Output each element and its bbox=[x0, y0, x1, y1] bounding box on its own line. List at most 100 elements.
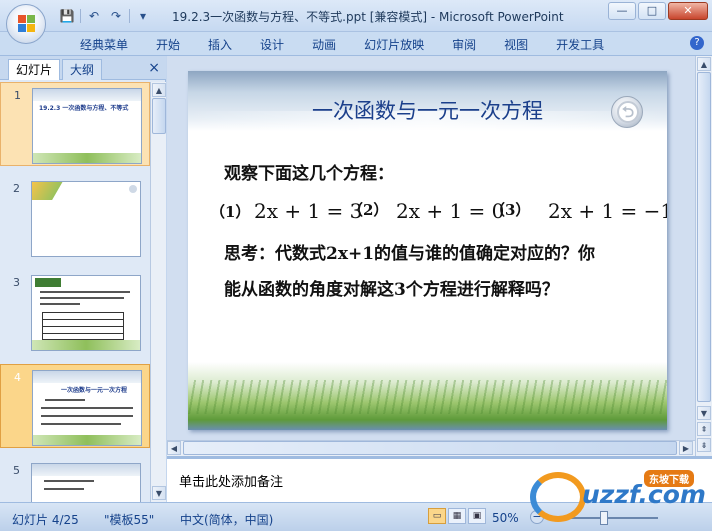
slide-thumbnail-2[interactable]: 2 bbox=[0, 176, 150, 260]
slides-pane: 幻灯片 大纲 × 1 19.2.3 一次函数与方程、不等式 2 3 4 一次函数… bbox=[0, 56, 166, 502]
ribbon-tabs: 经典菜单 开始 插入 设计 动画 幻灯片放映 审阅 视图 开发工具 bbox=[66, 36, 618, 54]
equation-1[interactable]: 2x + 1 = 3 bbox=[254, 199, 362, 223]
normal-view-icon[interactable]: ▭ bbox=[428, 508, 446, 524]
equation-3-label: （3） bbox=[490, 201, 531, 219]
preview-table bbox=[42, 312, 124, 340]
ribbon-tab-bar: 经典菜单 开始 插入 设计 动画 幻灯片放映 审阅 视图 开发工具 ? bbox=[0, 32, 712, 56]
slide-vertical-scrollbar[interactable]: ▲ ▼ ⇞ ⇟ bbox=[695, 56, 712, 456]
tab-outline[interactable]: 大纲 bbox=[62, 59, 103, 80]
slide-thumbnail-3[interactable]: 3 bbox=[0, 270, 150, 354]
preview-title: 一次函数与一元一次方程 bbox=[61, 387, 128, 394]
customize-toolbar-icon[interactable]: ▾ bbox=[134, 8, 152, 24]
watermark-logo-icon bbox=[530, 472, 586, 522]
scroll-right-icon[interactable]: ▶ bbox=[679, 441, 693, 455]
preview-header bbox=[33, 89, 141, 101]
pane-tab-bar: 幻灯片 大纲 × bbox=[0, 56, 166, 80]
tab-home[interactable]: 开始 bbox=[142, 36, 194, 54]
preview-text-line bbox=[40, 303, 80, 305]
slide-prompt[interactable]: 观察下面这几个方程： bbox=[224, 159, 394, 184]
preview-text-line bbox=[44, 480, 94, 482]
scrollbar-thumb[interactable] bbox=[183, 441, 677, 455]
tab-slides[interactable]: 幻灯片 bbox=[8, 59, 61, 80]
preview-header bbox=[33, 371, 141, 383]
tab-insert[interactable]: 插入 bbox=[194, 36, 246, 54]
slide-footer-background bbox=[188, 362, 667, 430]
preview-text-line bbox=[40, 297, 124, 299]
preview-footer bbox=[32, 340, 140, 350]
preview-nav-icon bbox=[129, 185, 137, 193]
notes-placeholder[interactable]: 单击此处添加备注 bbox=[179, 471, 283, 490]
window-controls: — □ ✕ bbox=[608, 2, 708, 20]
slide-number: 4 bbox=[14, 371, 21, 384]
slide-preview bbox=[31, 181, 141, 257]
zoom-level[interactable]: 50% bbox=[492, 511, 519, 525]
scroll-down-icon[interactable]: ▼ bbox=[152, 486, 166, 500]
save-icon[interactable]: 💾 bbox=[58, 8, 76, 24]
preview-text-line bbox=[41, 415, 133, 417]
preview-footer bbox=[33, 153, 141, 163]
tab-classic-menu[interactable]: 经典菜单 bbox=[66, 36, 142, 54]
template-name: "模板55" bbox=[104, 513, 155, 527]
minimize-button[interactable]: — bbox=[608, 2, 636, 20]
preview-text-line bbox=[41, 423, 121, 425]
slide-thumbnail-4[interactable]: 4 一次函数与一元一次方程 bbox=[0, 364, 150, 448]
equation-2-label: （2） bbox=[348, 201, 389, 219]
preview-text-line bbox=[44, 488, 84, 490]
slide-question-line-1[interactable]: 思考：代数式2x+1的值与谁的值确定对应的？你 bbox=[224, 239, 595, 264]
toolbar-separator bbox=[80, 9, 81, 23]
scrollbar-thumb[interactable] bbox=[152, 98, 166, 134]
slide-sorter-icon[interactable]: ▦ bbox=[448, 508, 466, 524]
slide-title[interactable]: 一次函数与一元一次方程 bbox=[188, 95, 667, 125]
preview-decoration bbox=[32, 182, 72, 200]
site-watermark: uzzf.com 东坡下载 bbox=[520, 470, 710, 528]
thumbnail-list: 1 19.2.3 一次函数与方程、不等式 2 3 4 一次函数与一元一次方程 5 bbox=[0, 82, 150, 502]
grass-decoration bbox=[188, 380, 667, 414]
office-logo-icon bbox=[18, 15, 36, 33]
close-button[interactable]: ✕ bbox=[668, 2, 708, 20]
slideshow-icon[interactable]: ▣ bbox=[468, 508, 486, 524]
scroll-left-icon[interactable]: ◀ bbox=[167, 441, 181, 455]
slide-preview bbox=[31, 275, 141, 351]
language-indicator[interactable]: 中文(简体，中国) bbox=[180, 511, 273, 528]
equation-3[interactable]: 2x + 1 = −1 bbox=[548, 199, 667, 223]
tab-slideshow[interactable]: 幻灯片放映 bbox=[350, 36, 438, 54]
redo-icon[interactable]: ↷ bbox=[107, 8, 125, 24]
scroll-down-icon[interactable]: ▼ bbox=[697, 406, 711, 420]
next-slide-icon[interactable]: ⇟ bbox=[697, 438, 711, 452]
slide-number: 1 bbox=[14, 89, 21, 102]
preview-decoration bbox=[35, 278, 61, 287]
tab-view[interactable]: 视图 bbox=[490, 36, 542, 54]
slide-number: 5 bbox=[13, 464, 20, 477]
preview-title: 19.2.3 一次函数与方程、不等式 bbox=[39, 105, 129, 112]
scrollbar-thumb[interactable] bbox=[697, 72, 711, 402]
thumbnail-scrollbar[interactable]: ▲ ▼ bbox=[150, 82, 166, 502]
tab-developer[interactable]: 开发工具 bbox=[542, 36, 618, 54]
scroll-up-icon[interactable]: ▲ bbox=[152, 83, 166, 97]
tab-animation[interactable]: 动画 bbox=[298, 36, 350, 54]
tab-review[interactable]: 审阅 bbox=[438, 36, 490, 54]
equation-2[interactable]: 2x + 1 = 0 bbox=[396, 199, 504, 223]
slide-horizontal-scrollbar[interactable]: ◀ ▶ bbox=[167, 440, 695, 456]
watermark-tag: 东坡下载 bbox=[644, 470, 694, 487]
maximize-button[interactable]: □ bbox=[638, 2, 666, 20]
current-slide[interactable]: 一次函数与一元一次方程 ⮌ 观察下面这几个方程： （1） 2x + 1 = 3 … bbox=[188, 71, 667, 430]
toolbar-separator bbox=[129, 9, 130, 23]
slide-thumbnail-1[interactable]: 1 19.2.3 一次函数与方程、不等式 bbox=[0, 82, 150, 166]
back-arrow-glyph: ⮌ bbox=[617, 101, 639, 123]
preview-text-line bbox=[40, 291, 130, 293]
slide-editor: 一次函数与一元一次方程 ⮌ 观察下面这几个方程： （1） 2x + 1 = 3 … bbox=[167, 56, 712, 502]
back-arrow-icon[interactable]: ⮌ bbox=[611, 96, 643, 128]
preview-footer bbox=[33, 435, 141, 445]
scroll-up-icon[interactable]: ▲ bbox=[697, 57, 711, 71]
help-icon[interactable]: ? bbox=[690, 36, 704, 50]
slide-preview: 19.2.3 一次函数与方程、不等式 bbox=[32, 88, 142, 164]
previous-slide-icon[interactable]: ⇞ bbox=[697, 422, 711, 436]
office-button[interactable] bbox=[6, 4, 46, 44]
slide-thumbnail-5[interactable]: 5 bbox=[0, 458, 150, 502]
undo-icon[interactable]: ↶ bbox=[85, 8, 103, 24]
slide-question-line-2[interactable]: 能从函数的角度对解这3个方程进行解释吗？ bbox=[224, 275, 559, 300]
tab-design[interactable]: 设计 bbox=[246, 36, 298, 54]
close-pane-icon[interactable]: × bbox=[148, 60, 160, 76]
preview-text-line bbox=[45, 399, 85, 401]
title-bar: 💾 ↶ ↷ ▾ 19.2.3一次函数与方程、不等式.ppt [兼容模式] - M… bbox=[0, 0, 712, 32]
